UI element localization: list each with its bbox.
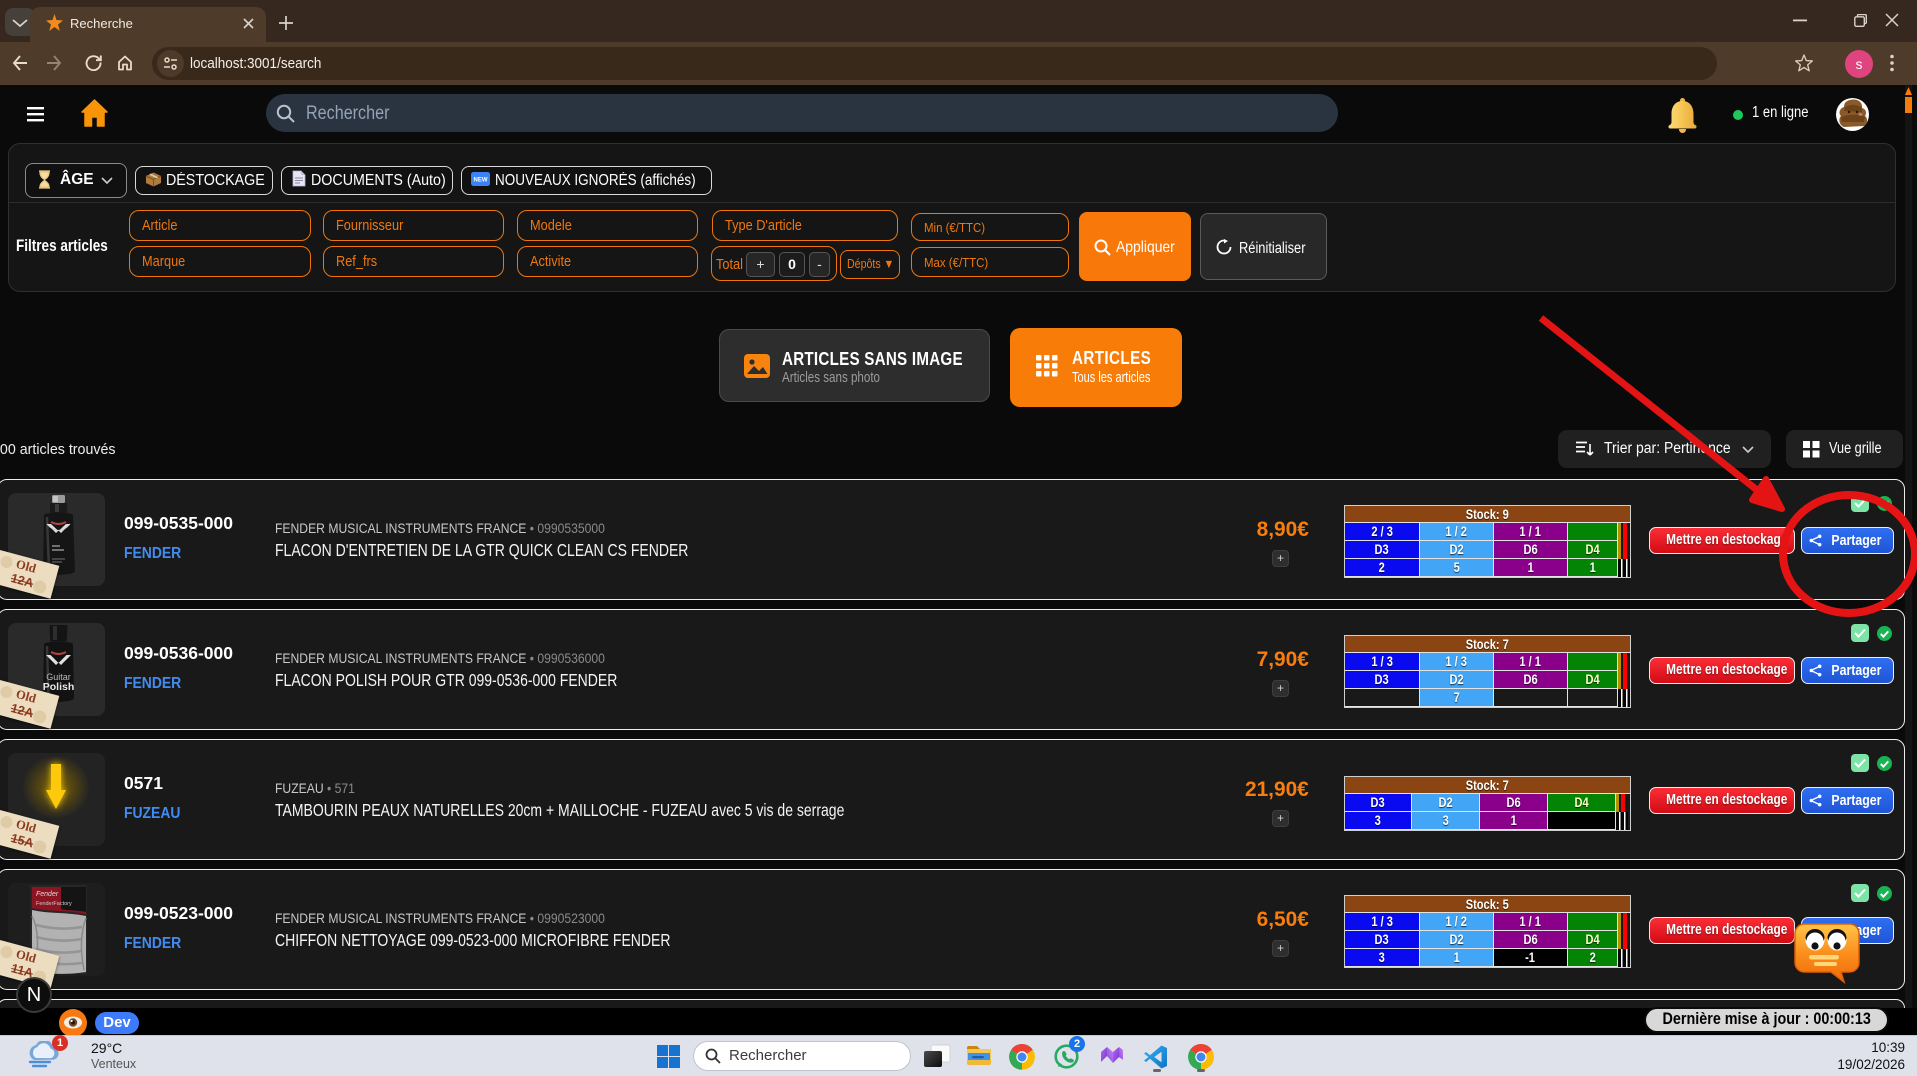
svg-text:FenderFactory: FenderFactory bbox=[36, 901, 72, 907]
svg-text:Polish: Polish bbox=[43, 681, 75, 693]
svg-text:NEW: NEW bbox=[474, 178, 488, 184]
svg-text:Fender: Fender bbox=[36, 891, 59, 898]
